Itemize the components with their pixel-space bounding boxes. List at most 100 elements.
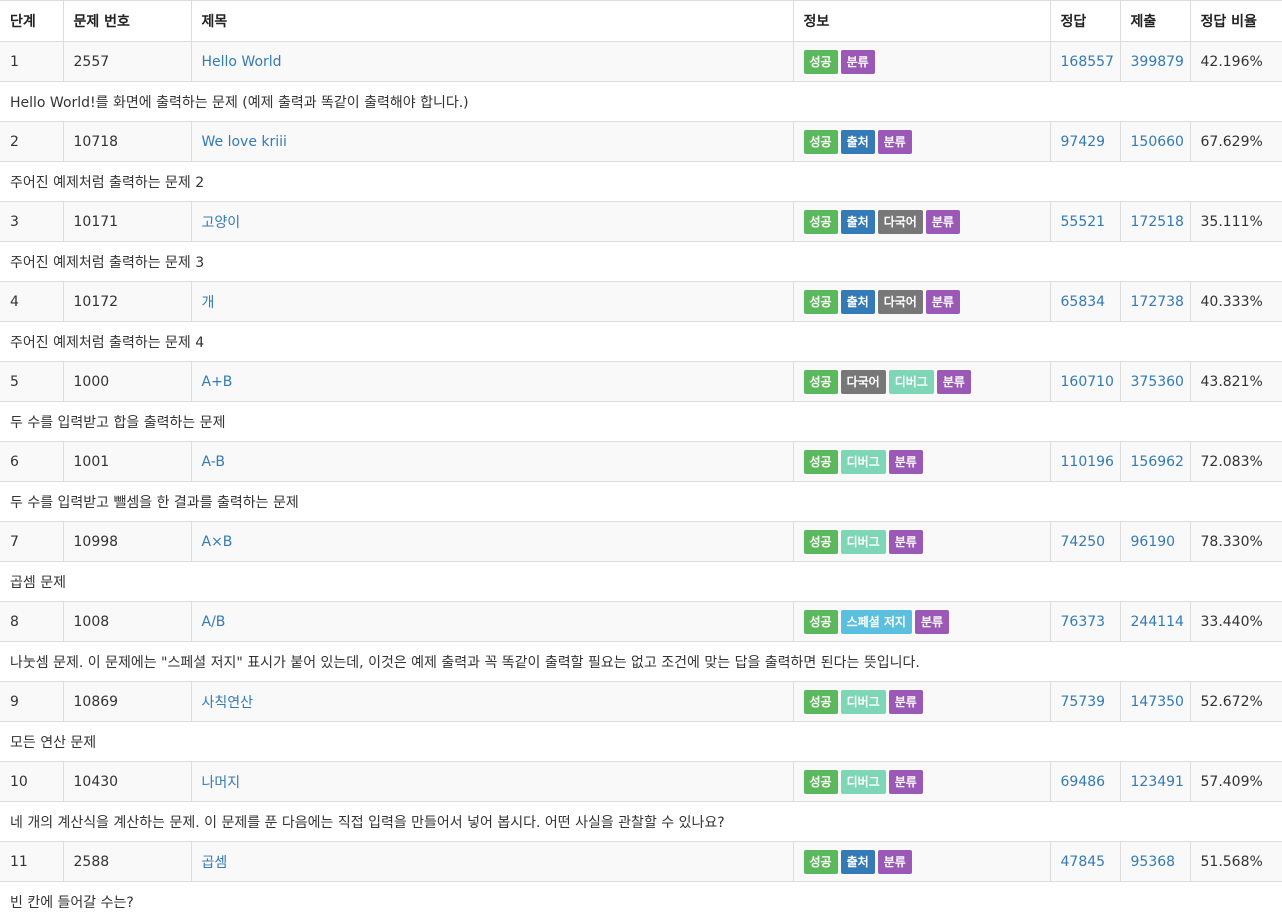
source-label[interactable]: 출처 (841, 130, 875, 154)
submitted-count-link[interactable]: 172738 (1131, 294, 1184, 310)
problem-id-text: 10718 (74, 134, 119, 150)
category-label[interactable]: 분류 (878, 850, 912, 874)
submitted-count-link[interactable]: 147350 (1131, 694, 1184, 710)
description-row: 주어진 예제처럼 출력하는 문제 2 (0, 162, 1282, 202)
category-label[interactable]: 분류 (889, 530, 923, 554)
step-cell: 3 (0, 202, 63, 242)
header-ratio: 정답 비율 (1190, 1, 1282, 42)
accept-ratio-cell: 35.111% (1190, 202, 1282, 242)
accepted-count-link[interactable]: 75739 (1061, 694, 1106, 710)
category-label[interactable]: 분류 (889, 770, 923, 794)
problem-title-link[interactable]: A×B (202, 534, 233, 550)
description-row: 두 수를 입력받고 합을 출력하는 문제 (0, 402, 1282, 442)
submitted-count-link[interactable]: 95368 (1131, 854, 1176, 870)
accepted-count-link[interactable]: 55521 (1061, 214, 1106, 230)
table-row: 210718We love kriii성공출처분류9742915066067.6… (0, 122, 1282, 162)
accepted-count-link[interactable]: 168557 (1061, 54, 1114, 70)
problem-title-cell: A×B (191, 522, 793, 562)
problem-title-cell: We love kriii (191, 122, 793, 162)
step-cell: 6 (0, 442, 63, 482)
problem-id-text: 1008 (74, 614, 110, 630)
info-cell: 성공디버그분류 (793, 762, 1050, 802)
submitted-count-cell: 399879 (1120, 42, 1190, 82)
problem-title-link[interactable]: A-B (202, 454, 225, 470)
source-label[interactable]: 출처 (841, 290, 875, 314)
accepted-count-link[interactable]: 47845 (1061, 854, 1106, 870)
header-problem-id: 문제 번호 (63, 1, 191, 42)
category-label[interactable]: 분류 (926, 290, 960, 314)
debug-label: 디버그 (841, 690, 886, 714)
problem-id-text: 10430 (74, 774, 119, 790)
accept-ratio-cell: 52.672% (1190, 682, 1282, 722)
accept-ratio-text: 42.196% (1201, 54, 1263, 70)
success-label: 성공 (804, 50, 838, 74)
category-label[interactable]: 분류 (937, 370, 971, 394)
problem-title-link[interactable]: Hello World (202, 54, 282, 70)
debug-label: 디버그 (841, 530, 886, 554)
category-label[interactable]: 분류 (889, 690, 923, 714)
source-label[interactable]: 출처 (841, 210, 875, 234)
category-label[interactable]: 분류 (878, 130, 912, 154)
info-cell: 성공출처다국어분류 (793, 202, 1050, 242)
submitted-count-link[interactable]: 123491 (1131, 774, 1184, 790)
accept-ratio-cell: 51.568% (1190, 842, 1282, 882)
problem-id-cell: 10172 (63, 282, 191, 322)
description-row: 주어진 예제처럼 출력하는 문제 3 (0, 242, 1282, 282)
category-label[interactable]: 분류 (915, 610, 949, 634)
category-label[interactable]: 분류 (926, 210, 960, 234)
accepted-count-link[interactable]: 69486 (1061, 774, 1106, 790)
accepted-count-link[interactable]: 76373 (1061, 614, 1106, 630)
problem-title-link[interactable]: We love kriii (202, 134, 287, 150)
accepted-count-cell: 69486 (1050, 762, 1120, 802)
special-label: 스페셜 저지 (841, 610, 912, 634)
table-row: 1010430나머지성공디버그분류6948612349157.409% (0, 762, 1282, 802)
submitted-count-link[interactable]: 150660 (1131, 134, 1184, 150)
table-row: 51000A+B성공다국어디버그분류16071037536043.821% (0, 362, 1282, 402)
step-text: 7 (10, 534, 19, 550)
header-accepted: 정답 (1050, 1, 1120, 42)
success-label: 성공 (804, 370, 838, 394)
submitted-count-cell: 244114 (1120, 602, 1190, 642)
debug-label: 디버그 (841, 450, 886, 474)
submitted-count-link[interactable]: 375360 (1131, 374, 1184, 390)
accepted-count-link[interactable]: 97429 (1061, 134, 1106, 150)
accepted-count-link[interactable]: 160710 (1061, 374, 1114, 390)
problem-title-link[interactable]: 개 (202, 295, 215, 311)
submitted-count-link[interactable]: 96190 (1131, 534, 1176, 550)
info-cell: 성공스페셜 저지분류 (793, 602, 1050, 642)
problem-title-link[interactable]: 사칙연산 (202, 695, 254, 711)
header-info: 정보 (793, 1, 1050, 42)
submitted-count-cell: 172738 (1120, 282, 1190, 322)
problem-description: 곱셈 문제 (0, 562, 1282, 602)
problem-description: 모든 연산 문제 (0, 722, 1282, 762)
problem-id-cell: 1008 (63, 602, 191, 642)
submitted-count-link[interactable]: 172518 (1131, 214, 1184, 230)
source-label[interactable]: 출처 (841, 850, 875, 874)
problem-title-link[interactable]: 고양이 (202, 215, 241, 231)
accepted-count-link[interactable]: 74250 (1061, 534, 1106, 550)
success-label: 성공 (804, 130, 838, 154)
submitted-count-link[interactable]: 156962 (1131, 454, 1184, 470)
problem-title-link[interactable]: 나머지 (202, 775, 241, 791)
category-label[interactable]: 분류 (841, 50, 875, 74)
accepted-count-link[interactable]: 110196 (1061, 454, 1114, 470)
problem-id-cell: 10430 (63, 762, 191, 802)
table-row: 112588곱셈성공출처분류478459536851.568% (0, 842, 1282, 882)
submitted-count-link[interactable]: 399879 (1131, 54, 1184, 70)
submitted-count-cell: 150660 (1120, 122, 1190, 162)
description-row: Hello World!를 화면에 출력하는 문제 (예제 출력과 똑같이 출력… (0, 82, 1282, 122)
problem-id-text: 2588 (74, 854, 110, 870)
description-row: 주어진 예제처럼 출력하는 문제 4 (0, 322, 1282, 362)
submitted-count-link[interactable]: 244114 (1131, 614, 1184, 630)
problem-title-link[interactable]: 곱셈 (202, 855, 228, 871)
description-row: 나눗셈 문제. 이 문제에는 "스페셜 저지" 표시가 붙어 있는데, 이것은 … (0, 642, 1282, 682)
accepted-count-cell: 160710 (1050, 362, 1120, 402)
accepted-count-cell: 97429 (1050, 122, 1120, 162)
problem-title-link[interactable]: A/B (202, 614, 226, 630)
accept-ratio-text: 35.111% (1201, 214, 1263, 230)
problem-title-link[interactable]: A+B (202, 374, 233, 390)
accepted-count-link[interactable]: 65834 (1061, 294, 1106, 310)
category-label[interactable]: 분류 (889, 450, 923, 474)
problem-id-text: 1001 (74, 454, 110, 470)
success-label: 성공 (804, 770, 838, 794)
